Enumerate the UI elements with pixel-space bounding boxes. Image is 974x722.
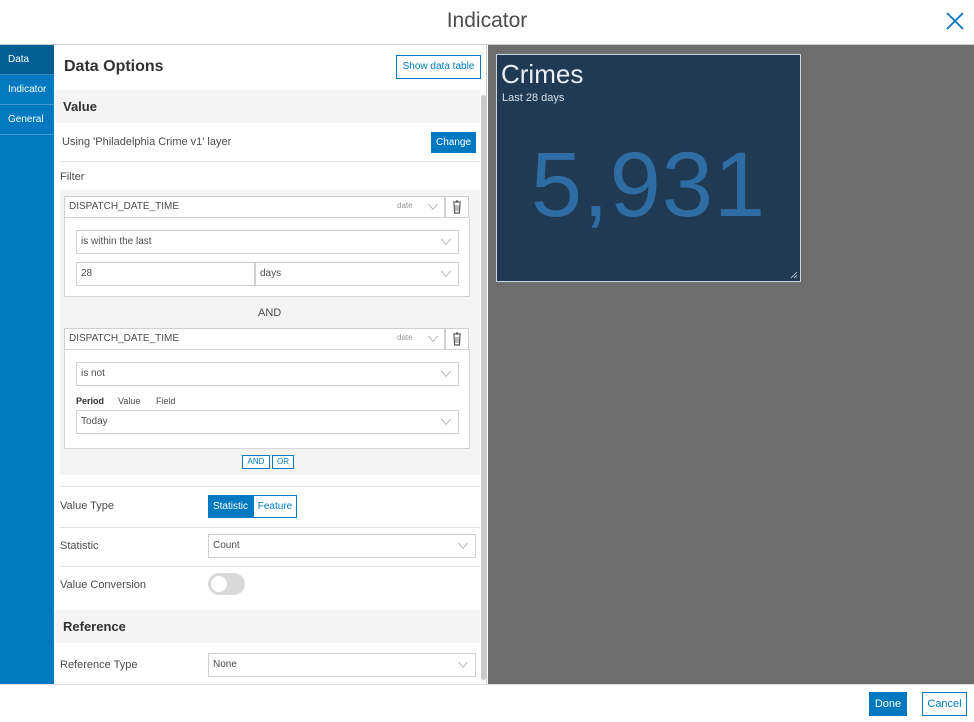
filter-label: Filter — [60, 171, 85, 183]
filter-1-field[interactable]: DISPATCH_DATE_TIME — [64, 196, 445, 218]
sidenav-item-general[interactable]: General — [0, 105, 54, 135]
filter-2-delete[interactable] — [445, 328, 469, 350]
layer-source-text: Using 'Philadelphia Crime v1' layer — [62, 136, 232, 148]
dialog-footer: Done Cancel — [0, 684, 974, 722]
preview-area: Crimes Last 28 days 5,931 — [488, 45, 974, 684]
filter-1-field-name: DISPATCH_DATE_TIME — [69, 201, 180, 212]
add-or-filter-button[interactable]: OR — [272, 455, 294, 469]
sidenav-item-indicator[interactable]: Indicator — [0, 75, 54, 105]
trash-icon — [453, 200, 461, 214]
filter-1-operator-value: is within the last — [81, 236, 152, 247]
statistic-label: Statistic — [60, 540, 99, 552]
chevron-down-icon — [441, 271, 451, 277]
sidenav-item-data[interactable]: Data — [0, 45, 54, 75]
add-and-filter-button[interactable]: AND — [242, 455, 270, 469]
filter-1-type-tag: date — [397, 201, 413, 210]
settings-sidenav: Data Indicator General — [0, 45, 54, 684]
panel-scrollbar[interactable] — [481, 95, 486, 680]
reference-type-label: Reference Type — [60, 659, 138, 671]
value-type-statistic-button[interactable]: Statistic — [208, 495, 253, 518]
filter-2-field-name: DISPATCH_DATE_TIME — [69, 333, 180, 344]
filter-1-unit-value: days — [260, 268, 282, 279]
panel-title: Data Options — [64, 58, 164, 75]
filter-1-delete[interactable] — [445, 196, 469, 218]
value-conversion-label: Value Conversion — [60, 579, 147, 591]
chevron-down-icon — [458, 543, 468, 549]
filter-1-number-input[interactable]: 28 — [76, 262, 255, 286]
dialog-title: Indicator — [446, 9, 528, 32]
tab-period[interactable]: Period — [76, 396, 104, 406]
divider — [60, 486, 480, 487]
dialog-header: Indicator — [0, 0, 974, 45]
filter-1-operator-select[interactable]: is within the last — [76, 230, 459, 254]
filter-1-unit-select[interactable]: days — [255, 262, 459, 286]
chevron-down-icon — [441, 419, 451, 425]
chevron-down-icon — [441, 371, 451, 377]
reference-type-select[interactable]: None — [208, 653, 476, 677]
value-conversion-toggle[interactable] — [208, 573, 245, 595]
value-type-feature-button[interactable]: Feature — [253, 495, 297, 518]
divider — [60, 161, 480, 162]
filter-2-operator-select[interactable]: is not — [76, 362, 459, 386]
statistic-select[interactable]: Count — [208, 534, 476, 558]
indicator-card[interactable]: Crimes Last 28 days 5,931 — [496, 54, 801, 282]
indicator-value: 5,931 — [530, 134, 767, 236]
filter-2-period-select[interactable]: Today — [76, 410, 459, 434]
value-type-label: Value Type — [60, 500, 115, 512]
reference-type-value: None — [213, 659, 237, 670]
statistic-value: Count — [213, 540, 240, 551]
indicator-title: Crimes — [501, 59, 584, 89]
filter-1-number-value: 28 — [81, 268, 93, 279]
tab-value[interactable]: Value — [118, 396, 140, 406]
done-button[interactable]: Done — [869, 692, 907, 716]
value-section-heading: Value — [55, 90, 480, 123]
divider — [60, 527, 480, 528]
show-data-table-button[interactable]: Show data table — [396, 55, 481, 79]
chevron-down-icon — [428, 204, 438, 210]
trash-icon — [453, 332, 461, 346]
chevron-down-icon — [458, 662, 468, 668]
reference-section-heading: Reference — [55, 610, 480, 643]
cancel-button[interactable]: Cancel — [922, 692, 967, 716]
filter-2-field[interactable]: DISPATCH_DATE_TIME — [64, 328, 445, 350]
tab-field[interactable]: Field — [156, 396, 176, 406]
indicator-subtitle: Last 28 days — [502, 92, 565, 104]
resize-handle-icon[interactable] — [790, 271, 798, 279]
data-options-panel: Data Options Show data table Value Using… — [54, 45, 487, 684]
filter-2-type-tag: date — [397, 333, 413, 342]
filter-2-operator-value: is not — [81, 368, 105, 379]
filter-2-period-value: Today — [81, 416, 108, 427]
toggle-knob — [211, 576, 227, 592]
filter-area: DISPATCH_DATE_TIME date is within the la… — [60, 190, 480, 475]
filter-and-joiner: AND — [258, 307, 282, 319]
chevron-down-icon — [441, 239, 451, 245]
close-icon[interactable] — [944, 10, 966, 32]
divider — [60, 566, 480, 567]
chevron-down-icon — [428, 336, 438, 342]
change-layer-button[interactable]: Change — [431, 132, 476, 153]
